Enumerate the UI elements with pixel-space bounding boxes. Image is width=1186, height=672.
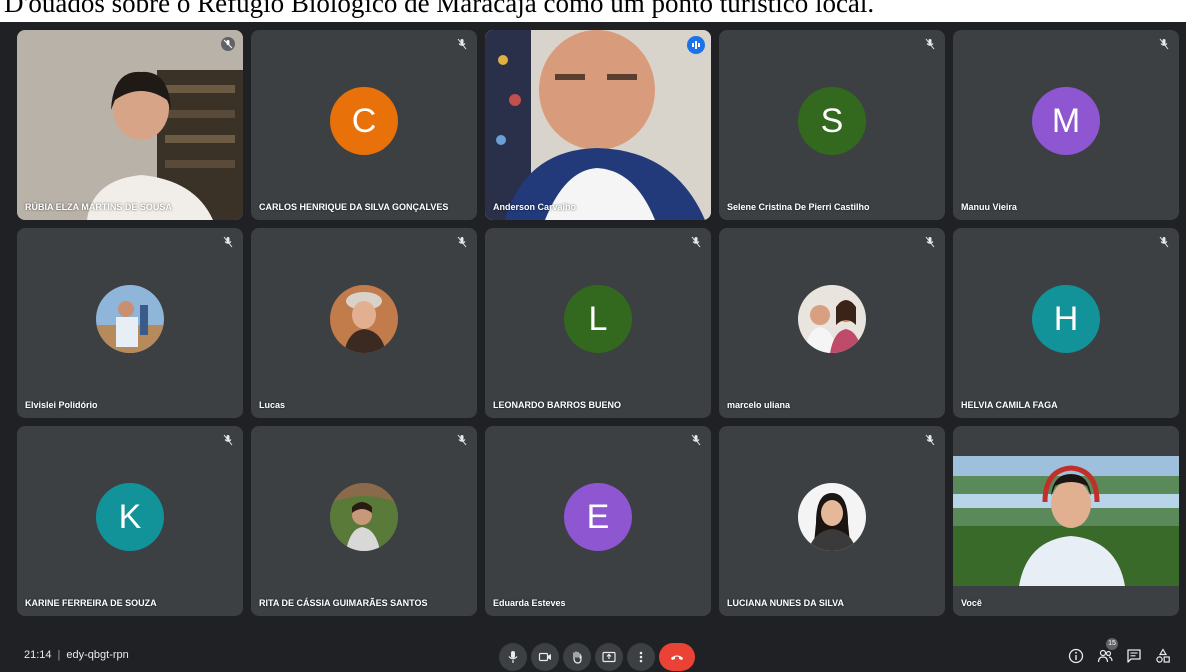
- participant-tile-active[interactable]: Anderson Carvalho: [485, 30, 711, 220]
- mic-muted-icon: [223, 236, 233, 248]
- participant-name: Lucas: [259, 400, 286, 410]
- participant-tile[interactable]: K KARINE FERREIRA DE SOUZA: [17, 426, 243, 616]
- participant-name: Selene Cristina De Pierri Castilho: [727, 202, 870, 212]
- avatar: L: [564, 285, 632, 353]
- avatar-photo: [330, 483, 398, 551]
- chat-icon: [1127, 649, 1141, 663]
- participant-tile[interactable]: marcelo uliana: [719, 228, 945, 418]
- mic-icon: [508, 651, 518, 663]
- participant-tile[interactable]: E Eduarda Esteves: [485, 426, 711, 616]
- avatar-photo: [96, 285, 164, 353]
- participant-video: [953, 456, 1179, 586]
- avatar: E: [564, 483, 632, 551]
- participant-tile[interactable]: S Selene Cristina De Pierri Castilho: [719, 30, 945, 220]
- mic-muted-icon: [1159, 38, 1169, 50]
- meeting-code: edy-qbgt-rpn: [66, 649, 129, 661]
- activities-icon: [1156, 648, 1170, 663]
- avatar: C: [330, 87, 398, 155]
- mic-muted-icon: [691, 434, 701, 446]
- participant-name: Você: [961, 598, 982, 608]
- meeting-info: 21:14 | edy-qbgt-rpn: [24, 649, 129, 661]
- speaking-indicator-icon: [687, 36, 705, 54]
- participant-tile[interactable]: LUCIANA NUNES DA SILVA: [719, 426, 945, 616]
- more-options-icon: [639, 651, 643, 663]
- participant-name: LUCIANA NUNES DA SILVA: [727, 598, 844, 608]
- avatar: M: [1032, 87, 1100, 155]
- participant-name: KARINE FERREIRA DE SOUZA: [25, 598, 157, 608]
- avatar: H: [1032, 285, 1100, 353]
- caption-strip: D'ouados sobre o Refúgio Biológico de Ma…: [0, 0, 1186, 22]
- participant-name: HELVIA CAMILA FAGA: [961, 400, 1058, 410]
- present-icon: [602, 651, 616, 663]
- mic-toggle-button[interactable]: [499, 643, 527, 671]
- camera-toggle-button[interactable]: [531, 643, 559, 671]
- participant-name: Eduarda Esteves: [493, 598, 566, 608]
- participant-tile[interactable]: M Manuu Vieira: [953, 30, 1179, 220]
- present-button[interactable]: [595, 643, 623, 671]
- mic-muted-icon: [457, 236, 467, 248]
- participant-name: RÚBIA ELZA MARTINS DE SOUSA: [25, 202, 172, 212]
- mic-muted-icon: [925, 236, 935, 248]
- people-count-badge: 15: [1106, 638, 1118, 650]
- more-options-button[interactable]: [627, 643, 655, 671]
- end-call-icon: [671, 655, 683, 660]
- participant-video: [485, 30, 711, 220]
- mic-muted-icon: [925, 434, 935, 446]
- participant-tile[interactable]: Elvislei Polidório: [17, 228, 243, 418]
- mic-muted-icon: [457, 38, 467, 50]
- participant-tile[interactable]: Lucas: [251, 228, 477, 418]
- clock-time: 21:14: [24, 649, 52, 661]
- mic-muted-icon: [691, 236, 701, 248]
- activities-button[interactable]: [1151, 644, 1175, 668]
- participant-tile[interactable]: RÚBIA ELZA MARTINS DE SOUSA: [17, 30, 243, 220]
- avatar-photo: [798, 285, 866, 353]
- avatar: K: [96, 483, 164, 551]
- participant-name: RITA DE CÁSSIA GUIMARÃES SANTOS: [259, 598, 428, 608]
- mic-muted-icon: [457, 434, 467, 446]
- mic-muted-icon: [925, 38, 935, 50]
- caption-text: D'ouados sobre o Refúgio Biológico de Ma…: [4, 0, 875, 18]
- participant-name: LEONARDO BARROS BUENO: [493, 400, 622, 410]
- avatar: S: [798, 87, 866, 155]
- mic-muted-icon: [223, 434, 233, 446]
- participant-tile-self[interactable]: Você: [953, 426, 1179, 616]
- info-icon: [1068, 648, 1084, 664]
- participant-tile[interactable]: L LEONARDO BARROS BUENO: [485, 228, 711, 418]
- mic-muted-icon: [1159, 236, 1169, 248]
- people-icon: [1097, 649, 1113, 663]
- avatar-photo: [330, 285, 398, 353]
- avatar-photo: [798, 483, 866, 551]
- bottom-toolbar: 21:14 | edy-qbgt-rpn 15: [0, 628, 1186, 672]
- participant-name: marcelo uliana: [727, 400, 791, 410]
- participant-tile[interactable]: H HELVIA CAMILA FAGA: [953, 228, 1179, 418]
- participant-name: CARLOS HENRIQUE DA SILVA GONÇALVES: [259, 202, 449, 212]
- meeting-details-button[interactable]: [1064, 644, 1088, 668]
- mic-muted-icon: [221, 37, 235, 51]
- camera-icon: [538, 652, 551, 662]
- participant-name: Anderson Carvalho: [493, 202, 577, 212]
- end-call-button[interactable]: [659, 643, 695, 671]
- chat-button[interactable]: [1122, 644, 1146, 668]
- participant-name: Elvislei Polidório: [25, 400, 98, 410]
- participant-tile[interactable]: C CARLOS HENRIQUE DA SILVA GONÇALVES: [251, 30, 477, 220]
- participant-video: [17, 30, 243, 220]
- raise-hand-button[interactable]: [563, 643, 591, 671]
- participant-tile[interactable]: RITA DE CÁSSIA GUIMARÃES SANTOS: [251, 426, 477, 616]
- people-button[interactable]: 15: [1093, 638, 1118, 668]
- raise-hand-icon: [573, 651, 582, 664]
- participant-name: Manuu Vieira: [961, 202, 1017, 212]
- participant-grid: RÚBIA ELZA MARTINS DE SOUSA C CARLOS HEN…: [17, 30, 1181, 618]
